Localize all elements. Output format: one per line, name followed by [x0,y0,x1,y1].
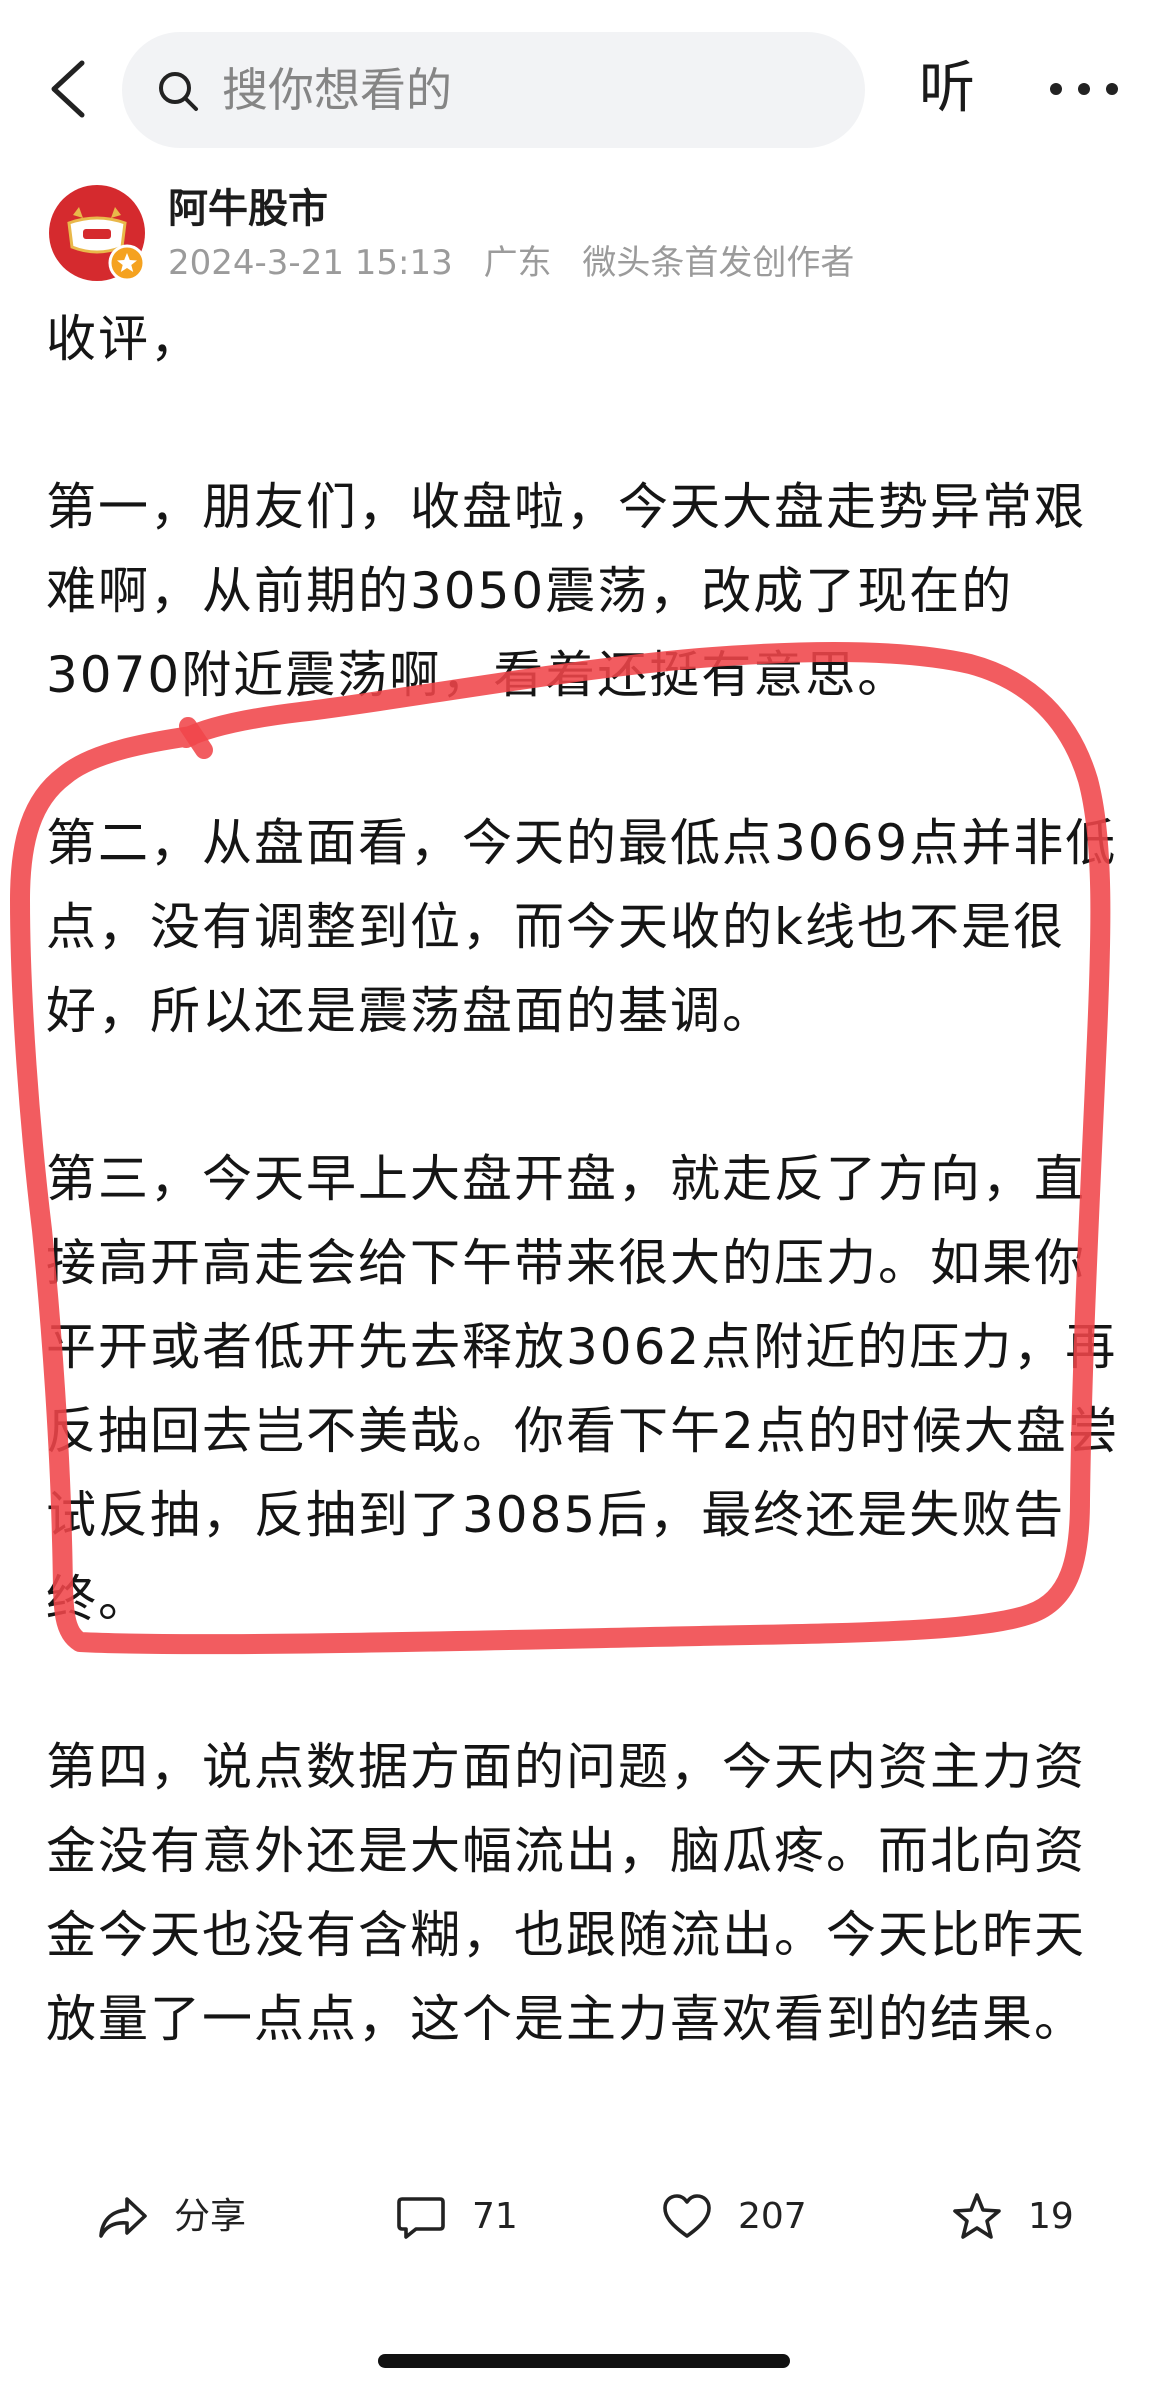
share-button[interactable]: 分享 [96,2186,246,2248]
post-paragraph-2: 第二，从盘面看，今天的最低点3069点并非低 点，没有调整到位，而今天收的k线也… [46,801,1146,1053]
search-bar[interactable] [122,32,865,148]
like-button[interactable]: 207 [660,2186,807,2248]
more-dots-icon [1050,83,1118,95]
creator-tag: 微头条首发创作者 [582,243,855,283]
search-input[interactable] [222,32,832,148]
back-button[interactable] [46,58,90,120]
post-line: 金今天也没有含糊，也跟随流出。今天比昨天 [46,1906,1086,1964]
post-line: 金没有意外还是大幅流出，脑瓜疼。而北向资 [46,1822,1086,1880]
share-label: 分享 [174,2196,247,2237]
post-line: 第二，从盘面看，今天的最低点3069点并非低 [46,814,1118,872]
post-paragraph-3: 第三，今天早上大盘开盘，就走反了方向，直 接高开高走会给下午带来很大的压力。如果… [46,1137,1146,1641]
post-line: 第一，朋友们，收盘啦，今天大盘走势异常艰 [46,478,1086,536]
verified-creator-badge-icon [108,244,146,282]
more-button[interactable] [1046,78,1122,100]
post-line: 放量了一点点，这个是主力喜欢看到的结果。 [46,1990,1086,2048]
post-line: 难啊，从前期的3050震荡，改成了现在的 [46,562,1014,620]
post-line: 收评， [46,310,202,368]
search-icon [159,72,198,111]
home-indicator[interactable] [378,2354,790,2368]
post-paragraph-intro: 收评， [46,297,1146,381]
publish-time: 2024-3-21 15:13 [168,243,453,283]
comment-icon [397,2197,445,2239]
post-line: 点，没有调整到位，而今天收的k线也不是很 [46,898,1065,956]
post-line: 平开或者低开先去释放3062点附近的压力，再 [46,1318,1118,1376]
post-paragraph-1: 第一，朋友们，收盘啦，今天大盘走势异常艰 难啊，从前期的3050震荡，改成了现在… [46,465,1146,717]
post-meta: 2024-3-21 15:13 广东 微头条首发创作者 [168,243,854,283]
post-line: 接高开高走会给下午带来很大的压力。如果你 [46,1234,1086,1292]
chevron-left-icon [51,60,85,118]
post-line: 好，所以还是震荡盘面的基调。 [46,982,774,1040]
star-icon [953,2193,1001,2239]
favorite-count: 19 [1028,2196,1074,2237]
post-paragraph-4: 第四，说点数据方面的问题，今天内资主力资 金没有意外还是大幅流出，脑瓜疼。而北向… [46,1725,1146,2061]
post-body: 收评， 第一，朋友们，收盘啦，今天大盘走势异常艰 难啊，从前期的3050震荡，改… [46,297,1146,2061]
post-line: 第四，说点数据方面的问题，今天内资主力资 [46,1738,1086,1796]
heart-icon [663,2194,711,2238]
post-line: 反抽回去岂不美哉。你看下午2点的时候大盘尝 [46,1402,1120,1460]
listen-button[interactable]: 听 [919,58,975,120]
post-line: 3070附近震荡啊，看着还挺有意思。 [46,646,910,704]
author-name[interactable]: 阿牛股市 [168,184,328,234]
post-line: 试反抽，反抽到了3085后，最终还是失败告 [46,1486,1066,1544]
comment-count: 71 [472,2196,518,2237]
post-line: 终。 [46,1570,150,1628]
post-line: 第三，今天早上大盘开盘，就走反了方向，直 [46,1150,1086,1208]
share-icon [99,2197,147,2238]
like-count: 207 [738,2196,807,2237]
location: 广东 [483,243,552,283]
comment-button[interactable]: 71 [394,2186,518,2248]
favorite-button[interactable]: 19 [950,2186,1074,2248]
